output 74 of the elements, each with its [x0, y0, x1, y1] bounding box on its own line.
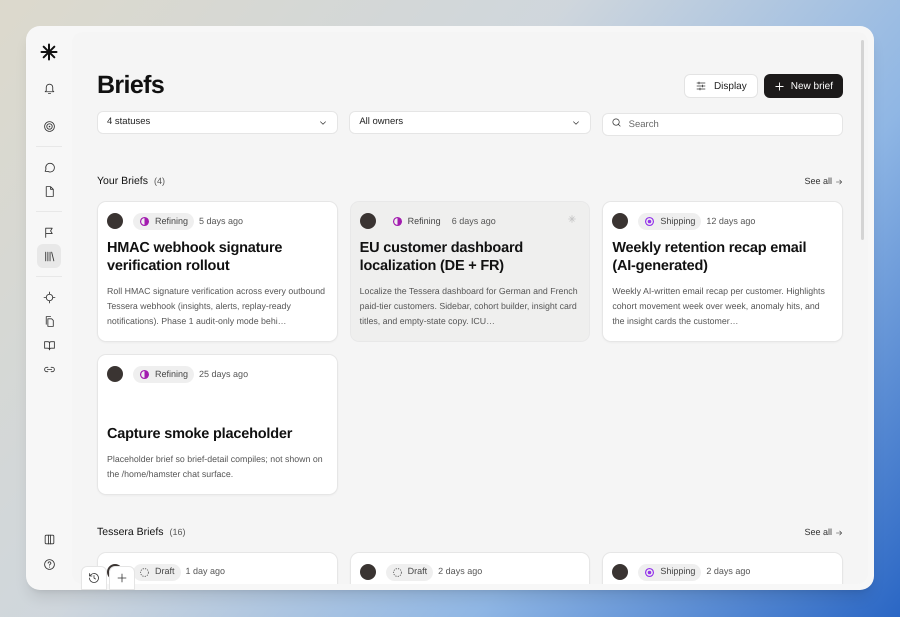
- card-title: Capture smoke placeholder: [107, 424, 294, 443]
- card-description: Weekly AI-written email recap per customer. Highlights cohort movement week over week, anomaly hits, and the insight cards the customer…: [612, 284, 826, 328]
- brief-card[interactable]: Draft 1 day ago: [97, 552, 338, 584]
- section-count: (4): [154, 175, 165, 188]
- history-icon: [88, 572, 100, 584]
- card-title: Weekly retention recap email (AI-generated): [612, 238, 808, 275]
- owner-filter-dropdown[interactable]: All owners: [349, 111, 591, 134]
- card-description: Roll HMAC signature verification across every outbound Tessera webhook (insights, alerts, replay-ready notifications). Phase 1 audit-only mode behi…: [107, 284, 326, 328]
- flag-icon: [42, 226, 56, 238]
- avatar: [107, 366, 123, 382]
- brief-card[interactable]: [350, 200, 590, 342]
- target-dot-icon: [644, 566, 656, 578]
- library-icon: [42, 250, 56, 262]
- timestamp: 6 days ago: [452, 214, 496, 228]
- timestamp: 25 days ago: [199, 368, 248, 381]
- avatar: [107, 213, 123, 230]
- display-button[interactable]: Display: [684, 74, 758, 98]
- timestamp: 12 days ago: [706, 214, 756, 228]
- chat-bubble-icon: [42, 160, 56, 174]
- avatar: [612, 213, 628, 230]
- half-circle-icon: [139, 368, 150, 380]
- status-filter-dropdown[interactable]: 4 statuses: [97, 111, 338, 134]
- brief-card[interactable]: Draft 2 days ago: [350, 552, 590, 584]
- arrow-right-icon: [835, 178, 843, 186]
- status-label: Draft: [133, 564, 181, 580]
- timestamp: 5 days ago: [199, 214, 244, 228]
- columns-icon: [42, 532, 56, 546]
- book-icon: [42, 338, 56, 352]
- sliders-icon: [694, 80, 707, 92]
- arrow-right-icon: [835, 528, 843, 537]
- plus-icon: [116, 572, 128, 584]
- add-button[interactable]: [109, 566, 135, 590]
- card-title: EU customer dashboard localization (DE + FR): [360, 238, 524, 275]
- search-field[interactable]: Search: [602, 113, 843, 136]
- avatar: [612, 564, 628, 580]
- status-label: Refining: [133, 212, 194, 230]
- timestamp: 2 days ago: [438, 565, 482, 578]
- half-circle-icon: [392, 216, 403, 227]
- status-label: Shipping: [638, 212, 702, 230]
- crosshair-icon: [42, 290, 56, 304]
- status-label: Shipping: [638, 564, 702, 580]
- card-description: Localize the Tessera dashboard for German and French paid-tier customers. Sidebar, cohort builder, insight card titles, and empty-state copy. ICU…: [360, 284, 579, 328]
- plus-icon: [774, 80, 785, 92]
- avatar: [360, 213, 376, 230]
- status-label: Refining: [386, 212, 447, 230]
- dashed-circle-icon: [139, 566, 150, 578]
- section-count: (16): [170, 526, 186, 539]
- status-label: Draft: [386, 564, 434, 580]
- help-icon: [42, 558, 56, 570]
- new-brief-button[interactable]: New brief: [764, 74, 843, 98]
- brief-card[interactable]: [97, 200, 338, 342]
- target-icon: [42, 120, 56, 132]
- brief-card[interactable]: Shipping 2 days ago: [602, 552, 843, 584]
- page-title: Briefs: [97, 72, 164, 98]
- card-description: Placeholder brief so brief-detail compiles; not shown on the /home/hamster chat surface.: [107, 452, 324, 481]
- brief-card[interactable]: [602, 200, 843, 342]
- section-title: Your Briefs: [97, 174, 148, 189]
- bell-icon: [42, 82, 56, 94]
- dashed-circle-icon: [392, 566, 403, 578]
- target-dot-icon: [644, 216, 656, 227]
- card-title: HMAC webhook signature verification rollout: [107, 238, 284, 275]
- history-button[interactable]: [81, 566, 107, 590]
- avatar: [360, 564, 376, 580]
- see-all-link[interactable]: See all: [804, 175, 843, 189]
- timestamp: 2 days ago: [706, 565, 750, 578]
- scrollbar-thumb[interactable]: [861, 40, 864, 240]
- status-label: Refining: [133, 366, 194, 383]
- sidebar-item[interactable]: [37, 244, 61, 268]
- section-title: Tessera Briefs: [97, 524, 164, 540]
- half-circle-icon: [139, 216, 150, 227]
- timestamp: 1 day ago: [186, 565, 226, 578]
- brief-card[interactable]: Refining 25 days ago Capture smoke placeholder Placeholder brief so brief-detail compiles; not shown on the /home/hamster chat surface.: [97, 354, 338, 495]
- snowflake-logo-icon[interactable]: [39, 42, 59, 62]
- see-all-link[interactable]: See all: [804, 526, 843, 540]
